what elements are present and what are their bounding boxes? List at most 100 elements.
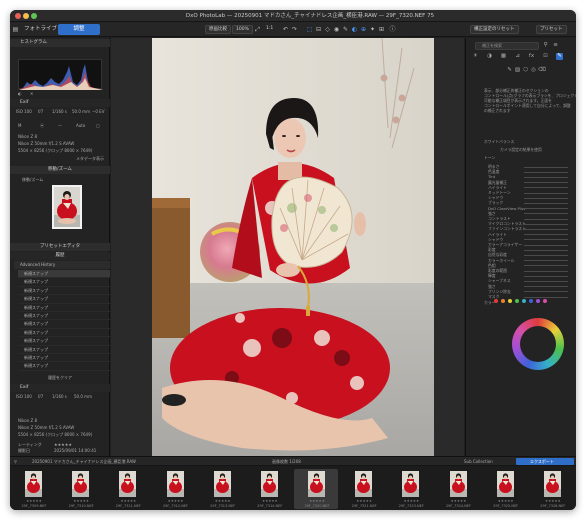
slider-track[interactable] — [524, 182, 568, 184]
zoom-window-button[interactable] — [31, 13, 37, 19]
exif2-header[interactable]: Exif — [10, 384, 110, 392]
slider-track[interactable] — [524, 291, 568, 293]
undo-icon[interactable]: ↶ — [282, 26, 289, 33]
preset-button[interactable]: プリセット — [536, 25, 567, 34]
swatch-purple[interactable] — [536, 299, 540, 303]
correction-search-input[interactable]: 補正を検索 — [475, 42, 539, 50]
history-item[interactable]: 新規スナップ — [18, 346, 110, 354]
history-item[interactable]: 新規スナップ — [18, 354, 110, 363]
info-icon[interactable]: ⓘ — [389, 26, 396, 33]
close-window-button[interactable] — [15, 13, 21, 19]
export-button[interactable]: エクスポート — [516, 458, 574, 465]
gradient-tool-icon[interactable]: ▨ — [514, 67, 521, 74]
tab-customize[interactable]: 調整 — [58, 24, 100, 35]
slider-track[interactable] — [524, 254, 568, 256]
slider-track[interactable] — [524, 265, 568, 267]
navigator-header[interactable]: 移動/ズーム — [10, 166, 110, 174]
clip-highlight-icon[interactable]: ✕ — [30, 91, 33, 96]
color-wheel[interactable] — [512, 318, 564, 370]
slider-track[interactable] — [524, 228, 568, 230]
local-tab-icon[interactable]: fx — [528, 53, 535, 60]
history-item[interactable]: 新規スナップ — [18, 304, 110, 312]
preset-editor-header[interactable]: プリセットエディタ — [10, 243, 110, 251]
slider-track[interactable] — [524, 234, 568, 236]
metadata-link[interactable]: メタデータ表示 — [76, 156, 104, 161]
wb-mode-value[interactable]: カメラ設定の結果を使用 — [500, 147, 542, 152]
history-item[interactable]: 新規スナップ — [18, 329, 110, 338]
filmstrip-item[interactable]: ★★★★★ 29F_7320.NEF — [294, 469, 338, 509]
wb-section-title[interactable]: ホワイトバランス — [484, 139, 514, 144]
thumbnail-rating[interactable]: ★★★★★ — [208, 499, 238, 503]
zoom-fit-icon[interactable]: ⤢ — [254, 26, 261, 33]
history-item[interactable]: 新規スナップ — [18, 312, 110, 321]
thumbnail-rating[interactable]: ★★★★★ — [66, 499, 96, 503]
history-group[interactable]: Advanced History — [14, 261, 110, 270]
auto-mask-icon[interactable]: ⬡ — [522, 67, 529, 74]
exif-header[interactable]: Exif — [10, 99, 110, 107]
compare-button[interactable]: 原画比較 — [205, 25, 231, 34]
slider-track[interactable] — [524, 249, 568, 251]
collection-button[interactable]: Sub Collection — [464, 459, 493, 464]
light-tab-icon[interactable]: ☀ — [472, 53, 479, 60]
filmstrip-item[interactable]: ★★★★★ 29F_7311.NEF — [105, 469, 149, 509]
filmstrip-item[interactable]: ★★★★★ 29F_7309.NEF — [11, 469, 55, 509]
slider-track[interactable] — [524, 166, 568, 168]
slider-track[interactable] — [524, 213, 568, 215]
history-item[interactable]: 新規スナップ — [18, 362, 110, 371]
panel-menu-icon[interactable]: ≡ — [552, 42, 559, 49]
control-point-icon[interactable]: ◎ — [530, 67, 537, 74]
rating-stars[interactable]: ★★★★★ — [54, 442, 72, 447]
picker-icon[interactable]: ✦ — [369, 26, 376, 33]
filmstrip-item[interactable]: ★★★★★ 29F_7310.NEF — [58, 469, 102, 509]
slider-track[interactable] — [524, 171, 568, 173]
slider-track[interactable] — [524, 280, 568, 282]
slider-track[interactable] — [524, 202, 568, 204]
swatch-blue[interactable] — [529, 299, 533, 303]
tone-section-title[interactable]: トーン — [484, 155, 495, 160]
thumbnail-rating[interactable]: ★★★★★ — [255, 499, 285, 503]
zoom-value[interactable]: 1:1 — [263, 25, 276, 34]
history-item[interactable]: 新規スナップ — [18, 320, 110, 329]
filmstrip-item[interactable]: ★★★★★ 29F_7321.NEF — [341, 469, 385, 509]
filmstrip-item[interactable]: ★★★★★ 29F_7324.NEF — [436, 469, 480, 509]
mask-icon[interactable]: ⊕ — [360, 26, 367, 33]
repair-icon[interactable]: ✎ — [342, 26, 349, 33]
slider-track[interactable] — [524, 275, 568, 277]
slider-track[interactable] — [524, 286, 568, 288]
eraser-tool-icon[interactable]: ⌫ — [538, 67, 546, 74]
filmstrip-item[interactable]: ★★★★★ 29F_7313.NEF — [200, 469, 244, 509]
slider-track[interactable] — [524, 208, 568, 210]
crop-icon[interactable]: ⬚ — [306, 26, 313, 33]
history-item[interactable]: 新規スナップ — [18, 278, 110, 287]
red-eye-icon[interactable]: ◉ — [333, 26, 340, 33]
slider-track[interactable] — [524, 192, 568, 194]
minimize-window-button[interactable] — [23, 13, 29, 19]
slider-track[interactable] — [524, 296, 568, 298]
filmstrip-item[interactable]: ★★★★★ 29F_7314.NEF — [247, 469, 291, 509]
local-adjust-icon[interactable]: ◐ — [351, 26, 358, 33]
history-item[interactable]: 新規スナップ — [18, 287, 110, 296]
main-photo[interactable] — [152, 38, 434, 456]
swatch-red[interactable] — [494, 299, 498, 303]
swatch-magenta[interactable] — [543, 299, 547, 303]
zoom-select[interactable]: 100% — [232, 25, 253, 34]
slider-track[interactable] — [524, 270, 568, 272]
filter-icon[interactable]: ⚲ — [14, 459, 17, 464]
slider-track[interactable] — [524, 176, 568, 178]
thumbnail-rating[interactable]: ★★★★★ — [444, 499, 474, 503]
history-item[interactable]: 新規スナップ — [18, 295, 110, 304]
thumbnail-rating[interactable]: ★★★★★ — [113, 499, 143, 503]
filmstrip-item[interactable]: ★★★★★ 29F_7323.NEF — [388, 469, 432, 509]
thumbnail-rating[interactable]: ★★★★★ — [19, 499, 49, 503]
slider-track[interactable] — [524, 239, 568, 241]
thumbnail-rating[interactable]: ★★★★★ — [161, 499, 191, 503]
navigator-thumbnail[interactable] — [52, 185, 82, 229]
history-item[interactable]: 新規スナップ — [18, 337, 110, 346]
geometry-tab-icon[interactable]: ⊿ — [514, 53, 521, 60]
brush-tab-icon[interactable]: ✎ — [556, 53, 563, 60]
swatch-cyan[interactable] — [522, 299, 526, 303]
slider-track[interactable] — [524, 187, 568, 189]
thumbnail-rating[interactable]: ★★★★★ — [538, 499, 568, 503]
swatch-green[interactable] — [515, 299, 519, 303]
thumbnail-rating[interactable]: ★★★★★ — [349, 499, 379, 503]
